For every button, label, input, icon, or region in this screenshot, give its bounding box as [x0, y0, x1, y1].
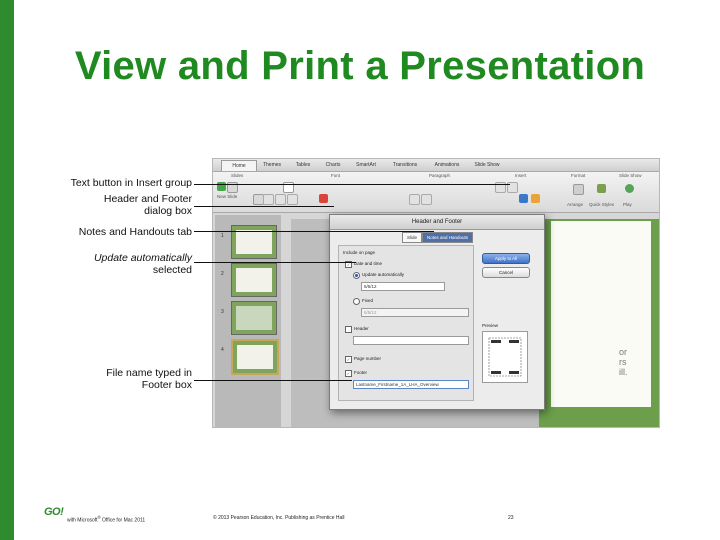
footer-checkbox[interactable]: ✓ [345, 370, 352, 377]
dialog-tabs: Slide Notes and Handouts [402, 232, 474, 243]
page-number-label: Page number [354, 356, 382, 361]
tab-slide-show[interactable]: Slide Show [469, 160, 505, 170]
thumb-content [236, 230, 272, 254]
auto-date-field[interactable]: 6/5/12 [361, 282, 445, 291]
group-paragraph: Paragraph [429, 173, 451, 178]
slide-thumbnail[interactable] [231, 263, 277, 297]
format-shape-icon[interactable] [531, 194, 540, 203]
slide-partial-text: ill. [619, 367, 628, 377]
dialog-title: Header and Footer [330, 215, 544, 230]
tab-smartart[interactable]: SmartArt [349, 160, 383, 170]
callout-file-name-line2: Footer box [141, 379, 192, 391]
thumb-number: 1 [221, 233, 224, 239]
copyright-text: © 2013 Pearson Education, Inc. Publishin… [213, 515, 345, 521]
thumb-content [236, 306, 272, 330]
underline-icon[interactable] [287, 194, 298, 205]
slide-content-area [551, 221, 651, 407]
arrange-button[interactable]: Arrange [567, 202, 583, 207]
cancel-button[interactable]: Cancel [482, 267, 530, 278]
page-number-checkbox[interactable]: ✓ [345, 356, 352, 363]
slide-title: View and Print a Presentation [74, 44, 646, 88]
callout-header-footer-line1: Header and Footer [103, 193, 192, 205]
group-slide-show: Slide Show [619, 173, 642, 178]
thumb-content [236, 268, 272, 292]
update-automatically-radio[interactable] [353, 272, 360, 279]
thumb-number: 4 [221, 347, 224, 353]
series-prefix: with Microsoft [67, 517, 98, 524]
date-time-label: Date and time [354, 261, 383, 266]
play-icon[interactable] [625, 184, 634, 193]
callout-leader-notes-tab [194, 231, 434, 232]
callout-update-italic: Update automatically [93, 252, 192, 264]
footer-field[interactable]: Lastname_Firstname_1A_LHA_Overview [353, 380, 469, 389]
thumb-number: 3 [221, 309, 224, 315]
quick-styles-icon[interactable] [597, 184, 606, 193]
play-button[interactable]: Play [623, 202, 632, 207]
preview-box [482, 331, 528, 383]
series-suffix: Office for Mac 2011 [102, 517, 146, 524]
registered-mark: ® [97, 515, 101, 520]
go-logo: GO! [44, 506, 64, 518]
group-slides: Slides [231, 173, 244, 178]
apply-to-all-button[interactable]: Apply to All [482, 253, 530, 264]
callout-leader-file-name [194, 380, 352, 381]
quick-styles-button[interactable]: Quick Styles [589, 202, 614, 207]
ribbon-tab-bar: Home Themes Tables Charts SmartArt Trans… [213, 159, 659, 172]
callout-leader-update-automatically [194, 262, 356, 263]
fixed-label: Fixed [362, 298, 374, 303]
callout-leader-text-button [194, 184, 510, 185]
update-automatically-label: Update automatically [362, 272, 405, 277]
group-insert: Insert [515, 173, 527, 178]
header-label: Header [354, 326, 369, 331]
tab-home[interactable]: Home [221, 160, 257, 171]
shape-icon[interactable] [519, 194, 528, 203]
group-format: Format [571, 173, 586, 178]
fixed-radio[interactable] [353, 298, 360, 305]
footer-label: Footer [354, 370, 368, 375]
callout-text-button: Text button in Insert group [70, 177, 192, 189]
slide-thumbnail[interactable] [231, 301, 277, 335]
tab-tables[interactable]: Tables [289, 160, 317, 170]
slide-partial-text: rs [619, 357, 627, 367]
italic-icon[interactable] [275, 194, 286, 205]
tab-themes[interactable]: Themes [257, 160, 287, 170]
slide-thumbnail-selected[interactable] [231, 339, 279, 375]
header-checkbox[interactable] [345, 326, 352, 333]
bold-icon[interactable] [263, 194, 274, 205]
callout-leader-header-footer [194, 206, 334, 207]
group-font: Font [331, 173, 341, 178]
page-number: 23 [508, 515, 514, 521]
callout-update-line1: Update automatically [40, 252, 192, 264]
align-icon[interactable] [409, 194, 420, 205]
include-on-page-label: Include on page [343, 250, 376, 255]
fixed-date-field[interactable]: 6/5/12 [361, 308, 469, 317]
callout-file-name: File name typed in Footer box [40, 367, 192, 391]
arrange-icon[interactable] [573, 184, 584, 195]
tab-charts[interactable]: Charts [319, 160, 347, 170]
slide-partial-text: or [619, 347, 628, 357]
header-footer-dialog: Header and Footer Slide Notes and Handout… [329, 214, 545, 410]
font-color-icon[interactable] [319, 194, 328, 203]
tab-notes-handouts[interactable]: Notes and Handouts [422, 232, 474, 243]
slide-thumbnail-pane: 1 2 3 4 [215, 215, 281, 427]
tab-slide[interactable]: Slide [402, 232, 423, 243]
callout-header-footer: Header and Footer dialog box [40, 193, 192, 217]
header-field[interactable] [353, 336, 469, 345]
tab-animations[interactable]: Animations [427, 160, 467, 170]
app-screenshot: Home Themes Tables Charts SmartArt Trans… [212, 158, 660, 428]
preview-graphic [488, 337, 522, 377]
callout-update-line2: selected [152, 264, 192, 276]
series-footer-text: with Microsoft® Office for Mac 2011 [67, 515, 145, 524]
thumb-content [237, 345, 273, 369]
callout-notes-tab: Notes and Handouts tab [78, 226, 192, 238]
tab-transitions[interactable]: Transitions [385, 160, 425, 170]
include-on-page-group: Include on page ✓ Date and time Update a… [338, 245, 474, 401]
bullets-icon[interactable] [421, 194, 432, 205]
preview-label: Preview [482, 323, 499, 328]
callout-file-name-line1: File name typed in [106, 367, 192, 379]
callout-update-automatically: Update automatically selected [40, 252, 192, 276]
callout-header-footer-line2: dialog box [144, 205, 192, 217]
thumb-number: 2 [221, 271, 224, 277]
new-slide-button[interactable]: New Slide [217, 194, 237, 199]
